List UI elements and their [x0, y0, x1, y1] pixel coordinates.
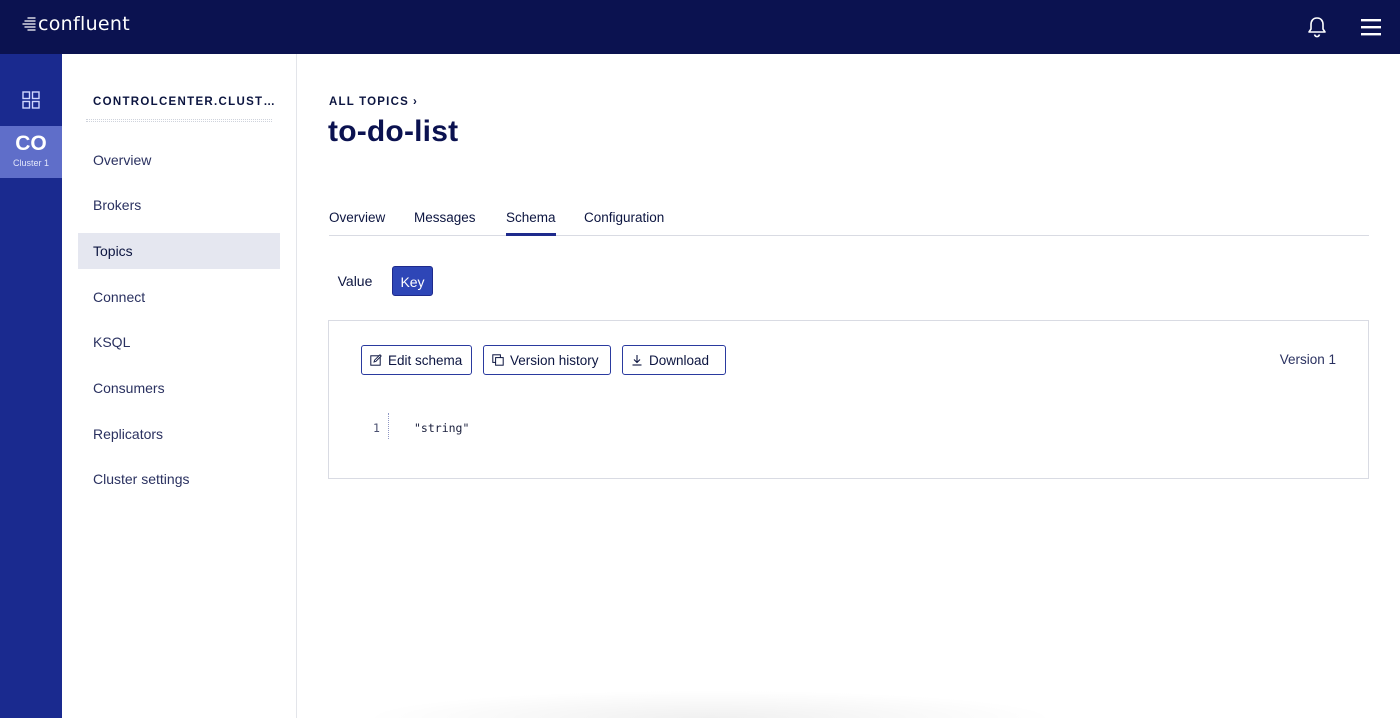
- divider: [86, 119, 272, 122]
- tab-schema[interactable]: Schema: [506, 210, 556, 236]
- page-title: to-do-list: [328, 115, 459, 148]
- grid-icon[interactable]: [22, 91, 40, 109]
- edit-icon: [370, 354, 382, 366]
- sidebar-item-connect[interactable]: Connect: [78, 279, 280, 315]
- version-history-label: Version history: [510, 352, 599, 368]
- topic-tabs: Overview Messages Schema Configuration: [329, 200, 1369, 236]
- sidebar-item-topics[interactable]: Topics: [78, 233, 280, 269]
- line-number: 1: [373, 421, 380, 435]
- cluster-name: Cluster 1: [12, 158, 49, 168]
- sidebar-item-brokers[interactable]: Brokers: [78, 187, 280, 223]
- cluster-abbreviation: CO: [15, 132, 47, 155]
- sidebar-item-consumers[interactable]: Consumers: [78, 370, 280, 406]
- schema-code-text: "string": [414, 421, 470, 435]
- code-gutter: [388, 413, 389, 439]
- confluent-logo-icon: [22, 17, 36, 31]
- download-label: Download: [649, 352, 710, 368]
- page-footer-shadow: [360, 690, 1060, 718]
- version-history-button[interactable]: Version history: [483, 345, 611, 375]
- download-icon: [632, 355, 642, 366]
- bell-icon[interactable]: [1306, 15, 1328, 39]
- schema-version: Version 1: [1279, 352, 1336, 367]
- edit-schema-label: Edit schema: [388, 352, 463, 368]
- sidebar-item-cluster-settings[interactable]: Cluster settings: [78, 461, 280, 497]
- breadcrumb[interactable]: ALL TOPICS ›: [329, 96, 418, 108]
- sidebar-item-ksql[interactable]: KSQL: [78, 324, 280, 360]
- sidebar: CONTROLCENTER.CLUST… Overview Brokers To…: [62, 54, 297, 718]
- hamburger-menu-icon[interactable]: [1360, 17, 1382, 37]
- sidebar-item-overview[interactable]: Overview: [78, 142, 280, 178]
- value-schema-tab[interactable]: Value: [329, 266, 381, 296]
- cluster-rail: CO Cluster 1: [0, 54, 62, 718]
- copy-stack-icon: [492, 354, 504, 366]
- tab-messages[interactable]: Messages: [414, 210, 476, 236]
- chevron-right-icon: ›: [412, 96, 418, 108]
- tab-overview[interactable]: Overview: [329, 210, 385, 236]
- schema-panel: Edit schema Version history Download Ver…: [328, 320, 1369, 479]
- cluster-title: CONTROLCENTER.CLUST…: [93, 96, 277, 108]
- brand-name: confluent: [38, 13, 131, 35]
- tab-configuration[interactable]: Configuration: [584, 210, 664, 236]
- cluster-switcher[interactable]: CO Cluster 1: [0, 126, 62, 178]
- top-bar: confluent: [0, 0, 1400, 54]
- breadcrumb-all-topics[interactable]: ALL TOPICS: [329, 96, 409, 108]
- confluent-logo[interactable]: confluent: [22, 13, 130, 35]
- sidebar-item-replicators[interactable]: Replicators: [78, 416, 280, 452]
- edit-schema-button[interactable]: Edit schema: [361, 345, 472, 375]
- key-schema-tab[interactable]: Key: [392, 266, 433, 296]
- download-button[interactable]: Download: [622, 345, 726, 375]
